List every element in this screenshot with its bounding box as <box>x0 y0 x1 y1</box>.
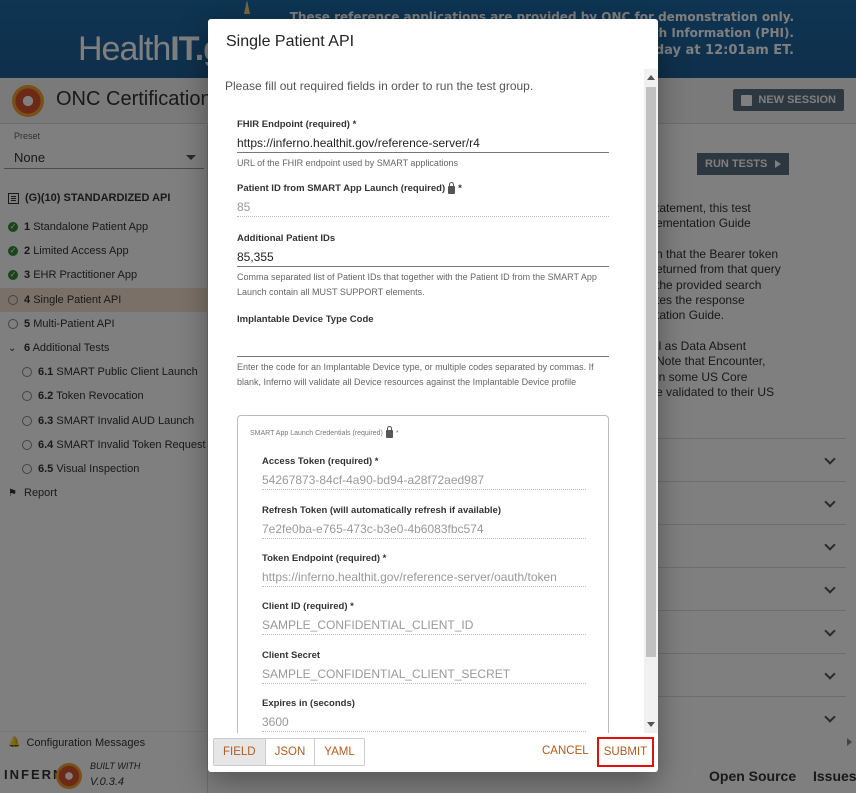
client-secret-label: Client Secret <box>262 650 321 661</box>
lock-icon <box>385 426 393 438</box>
access-token-label: Access Token (required) * <box>262 456 379 467</box>
dialog-intro: Please fill out required fields in order… <box>225 79 534 93</box>
field-view-button[interactable]: FIELD <box>214 739 266 765</box>
single-patient-api-dialog: Single Patient API Please fill out requi… <box>208 19 658 772</box>
patient-id-label: Patient ID from SMART App Launch (requir… <box>237 181 462 194</box>
additional-patient-ids-field: Additional Patient IDs 85,355 Comma sepa… <box>237 233 609 300</box>
token-endpoint-field: Token Endpoint (required) * https://infe… <box>262 553 586 587</box>
smart-credentials-group: SMART App Launch Credentials (required) *… <box>237 415 609 733</box>
client-id-input[interactable]: SAMPLE_CONFIDENTIAL_CLIENT_ID <box>262 615 586 635</box>
expires-in-label: Expires in (seconds) <box>262 698 355 709</box>
access-token-input[interactable]: 54267873-84cf-4a90-bd94-a28f72aed987 <box>262 470 586 490</box>
client-secret-input[interactable]: SAMPLE_CONFIDENTIAL_CLIENT_SECRET <box>262 664 586 684</box>
cancel-button[interactable]: CANCEL <box>542 745 589 757</box>
client-id-label: Client ID (required) * <box>262 601 354 612</box>
token-endpoint-label: Token Endpoint (required) * <box>262 553 387 564</box>
dialog-body: Please fill out required fields in order… <box>208 69 658 733</box>
refresh-token-field: Refresh Token (will automatically refres… <box>262 505 586 539</box>
smart-credentials-legend: SMART App Launch Credentials (required) * <box>250 426 399 438</box>
client-secret-field: Client Secret SAMPLE_CONFIDENTIAL_CLIENT… <box>262 650 586 684</box>
additional-patient-ids-input[interactable]: 85,355 <box>237 247 609 267</box>
dialog-actions: FIELD JSON YAML CANCEL SUBMIT <box>208 733 658 772</box>
submit-button[interactable]: SUBMIT <box>597 737 654 767</box>
dialog-title: Single Patient API <box>226 33 355 50</box>
additional-patient-ids-help: Comma separated list of Patient IDs that… <box>237 272 597 297</box>
access-token-field: Access Token (required) * 54267873-84cf-… <box>262 456 586 490</box>
patient-id-field: Patient ID from SMART App Launch (requir… <box>237 181 609 217</box>
scrollbar-thumb[interactable] <box>646 87 656 657</box>
refresh-token-label: Refresh Token (will automatically refres… <box>262 505 501 516</box>
input-format-toggle: FIELD JSON YAML <box>213 738 365 766</box>
implantable-device-help: Enter the code for an Implantable Device… <box>237 362 594 387</box>
implantable-device-label: Implantable Device Type Code <box>237 314 374 325</box>
refresh-token-input[interactable]: 7e2fe0ba-e765-473c-b3e0-4b6083fbc574 <box>262 519 586 539</box>
patient-id-input[interactable]: 85 <box>237 197 609 217</box>
fhir-endpoint-help: URL of the FHIR endpoint used by SMART a… <box>237 158 458 168</box>
scroll-down-arrow[interactable] <box>647 722 655 727</box>
token-endpoint-input[interactable]: https://inferno.healthit.gov/reference-s… <box>262 567 586 587</box>
dialog-scrollbar[interactable] <box>644 69 658 733</box>
implantable-device-input[interactable] <box>237 337 609 357</box>
implantable-device-field: Implantable Device Type Code Enter the c… <box>237 314 609 390</box>
additional-patient-ids-label: Additional Patient IDs <box>237 233 336 244</box>
expires-in-input[interactable]: 3600 <box>262 712 586 732</box>
lock-icon <box>448 181 456 194</box>
scroll-up-arrow[interactable] <box>647 75 655 80</box>
expires-in-field: Expires in (seconds) 3600 <box>262 698 586 732</box>
json-view-button[interactable]: JSON <box>266 739 316 765</box>
yaml-view-button[interactable]: YAML <box>315 739 363 765</box>
fhir-endpoint-field: FHIR Endpoint (required) * https://infer… <box>237 119 609 171</box>
fhir-endpoint-label: FHIR Endpoint (required) * <box>237 119 357 130</box>
client-id-field: Client ID (required) * SAMPLE_CONFIDENTI… <box>262 601 586 635</box>
fhir-endpoint-input[interactable]: https://inferno.healthit.gov/reference-s… <box>237 133 609 153</box>
